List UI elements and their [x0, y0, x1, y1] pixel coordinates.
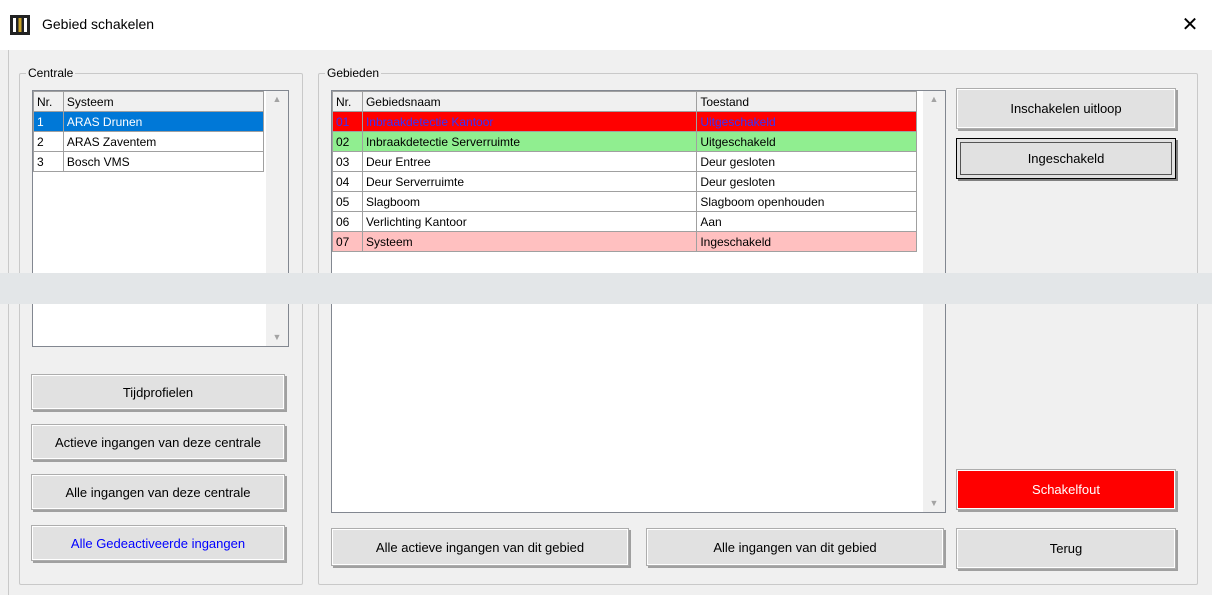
schakelfout-button[interactable]: Schakelfout	[956, 469, 1176, 510]
cell-gebiedsnaam: Inbraakdetectie Kantoor	[361, 111, 698, 132]
centrale-list[interactable]: Nr. Systeem 1 ARAS Drunen 2 ARAS Zavente…	[32, 90, 289, 347]
cell-systeem: Bosch VMS	[62, 151, 265, 172]
column-header-gebiedsnaam[interactable]: Gebiedsnaam	[361, 91, 698, 112]
cell-toestand: Uitgeschakeld	[696, 131, 917, 152]
column-header-nr[interactable]: Nr.	[33, 91, 64, 112]
cell-nr: 02	[332, 131, 363, 152]
gebied-row[interactable]: 06 Verlichting Kantoor Aan	[332, 211, 917, 232]
terug-button[interactable]: Terug	[956, 528, 1176, 569]
ingeschakeld-button[interactable]: Ingeschakeld	[956, 138, 1176, 179]
gebied-row[interactable]: 05 Slagboom Slagboom openhouden	[332, 191, 917, 212]
cell-gebiedsnaam: Systeem	[361, 231, 698, 252]
actieve-ingangen-centrale-button[interactable]: Actieve ingangen van deze centrale	[31, 424, 285, 460]
scroll-down-icon[interactable]: ▼	[923, 495, 945, 512]
cell-nr: 04	[332, 171, 363, 192]
cell-toestand: Aan	[696, 211, 917, 232]
gebieden-legend: Gebieden	[327, 66, 380, 80]
cell-nr: 3	[33, 151, 64, 172]
cell-nr: 01	[332, 111, 363, 132]
cell-toestand: Ingeschakeld	[696, 231, 917, 252]
gebied-row[interactable]: 03 Deur Entree Deur gesloten	[332, 151, 917, 172]
gebied-row[interactable]: 02 Inbraakdetectie Serverruimte Uitgesch…	[332, 131, 917, 152]
cell-gebiedsnaam: Deur Entree	[361, 151, 698, 172]
cell-nr: 06	[332, 211, 363, 232]
centrale-row[interactable]: 2 ARAS Zaventem	[33, 131, 265, 152]
centrale-scrollbar[interactable]: ▲ ▼	[266, 91, 288, 346]
column-header-toestand[interactable]: Toestand	[696, 91, 917, 112]
cell-nr: 1	[33, 111, 64, 132]
gebied-row[interactable]: 04 Deur Serverruimte Deur gesloten	[332, 171, 917, 192]
cell-nr: 07	[332, 231, 363, 252]
scroll-up-icon[interactable]: ▲	[266, 91, 288, 108]
title-bar: Gebied schakelen ✕	[0, 0, 1212, 50]
centrale-row[interactable]: 1 ARAS Drunen	[33, 111, 265, 132]
cell-gebiedsnaam: Inbraakdetectie Serverruimte	[361, 131, 698, 152]
app-icon	[10, 15, 30, 35]
gebied-row[interactable]: 01 Inbraakdetectie Kantoor Uitgeschakeld	[332, 111, 917, 132]
cell-gebiedsnaam: Slagboom	[361, 191, 698, 212]
cell-nr: 2	[33, 131, 64, 152]
close-icon[interactable]: ✕	[1168, 6, 1212, 44]
centrale-header-row: Nr. Systeem	[33, 91, 265, 112]
column-header-systeem[interactable]: Systeem	[62, 91, 265, 112]
column-header-nr[interactable]: Nr.	[332, 91, 363, 112]
gebieden-header-row: Nr. Gebiedsnaam Toestand	[332, 91, 917, 112]
cell-systeem: ARAS Drunen	[62, 111, 265, 132]
cell-systeem: ARAS Zaventem	[62, 131, 265, 152]
cell-toestand: Slagboom openhouden	[696, 191, 917, 212]
scroll-up-icon[interactable]: ▲	[923, 91, 945, 108]
cell-toestand: Deur gesloten	[696, 151, 917, 172]
inschakelen-uitloop-button[interactable]: Inschakelen uitloop	[956, 88, 1176, 129]
centrale-row[interactable]: 3 Bosch VMS	[33, 151, 265, 172]
cell-toestand: Uitgeschakeld	[696, 111, 917, 132]
alle-ingangen-gebied-button[interactable]: Alle ingangen van dit gebied	[646, 528, 944, 566]
cell-nr: 05	[332, 191, 363, 212]
cell-gebiedsnaam: Verlichting Kantoor	[361, 211, 698, 232]
alle-actieve-ingangen-gebied-button[interactable]: Alle actieve ingangen van dit gebied	[331, 528, 629, 566]
overlay-band	[0, 273, 1212, 304]
tijdprofielen-button[interactable]: Tijdprofielen	[31, 374, 285, 410]
cell-nr: 03	[332, 151, 363, 172]
cell-gebiedsnaam: Deur Serverruimte	[361, 171, 698, 192]
gebied-row[interactable]: 07 Systeem Ingeschakeld	[332, 231, 917, 252]
cell-toestand: Deur gesloten	[696, 171, 917, 192]
centrale-legend: Centrale	[28, 66, 74, 80]
alle-ingangen-centrale-button[interactable]: Alle ingangen van deze centrale	[31, 474, 285, 510]
scroll-down-icon[interactable]: ▼	[266, 329, 288, 346]
window-title: Gebied schakelen	[42, 16, 155, 32]
gedeactiveerde-ingangen-button[interactable]: Alle Gedeactiveerde ingangen	[31, 525, 285, 561]
